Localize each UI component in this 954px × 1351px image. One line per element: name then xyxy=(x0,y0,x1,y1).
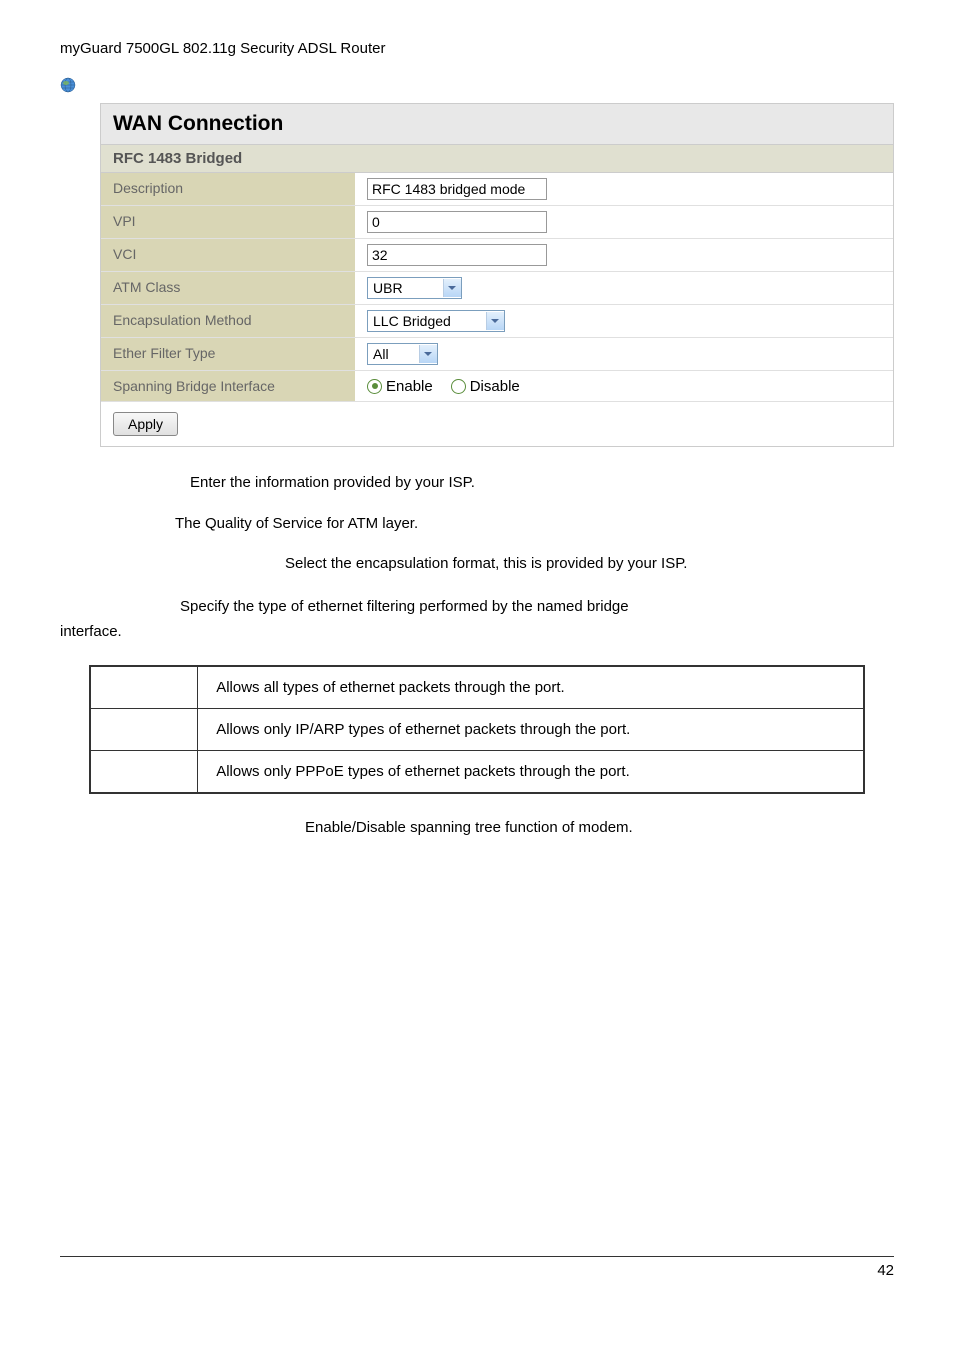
label-vpi: VPI xyxy=(101,206,355,238)
atm-class-select[interactable]: UBR xyxy=(367,277,462,299)
disable-radio[interactable]: Disable xyxy=(451,378,520,395)
encapsulation-select[interactable]: LLC Bridged xyxy=(367,310,505,332)
apply-button[interactable]: Apply xyxy=(113,412,178,436)
enable-label: Enable xyxy=(386,378,433,395)
desc-ether-filter: Specify the type of ethernet filtering p… xyxy=(60,594,894,645)
desc-ether-line2: interface. xyxy=(60,623,122,640)
filter-type-table: Allows all types of ethernet packets thr… xyxy=(89,665,865,794)
table-cell-value: Allows only IP/ARP types of ethernet pac… xyxy=(198,708,864,750)
label-atm-class: ATM Class xyxy=(101,272,355,304)
row-ether-filter: Ether Filter Type All xyxy=(101,338,893,371)
chevron-down-icon xyxy=(443,279,461,297)
desc-vpi-vci: Enter the information provided by your I… xyxy=(190,472,894,495)
page-footer: 42 xyxy=(60,1256,894,1279)
table-row: Allows only IP/ARP types of ethernet pac… xyxy=(90,708,864,750)
row-spanning-bridge: Spanning Bridge Interface Enable Disable xyxy=(101,371,893,402)
encapsulation-value: LLC Bridged xyxy=(368,313,486,329)
chevron-down-icon xyxy=(486,312,504,330)
chevron-down-icon xyxy=(419,345,437,363)
ether-filter-value: All xyxy=(368,346,419,362)
desc-spanning: Enable/Disable spanning tree function of… xyxy=(305,819,894,836)
label-spanning-bridge: Spanning Bridge Interface xyxy=(101,371,355,401)
desc-encap: Select the encapsulation format, this is… xyxy=(285,553,894,576)
row-vci: VCI xyxy=(101,239,893,272)
table-row: Allows only PPPoE types of ethernet pack… xyxy=(90,750,864,793)
table-cell-key xyxy=(90,750,198,793)
globe-icon xyxy=(60,77,76,93)
table-cell-value: Allows all types of ethernet packets thr… xyxy=(198,666,864,709)
row-description: Description xyxy=(101,173,893,206)
panel-title: WAN Connection xyxy=(101,104,893,145)
wan-connection-panel: WAN Connection RFC 1483 Bridged Descript… xyxy=(100,103,894,447)
vpi-input[interactable] xyxy=(367,211,547,233)
row-encapsulation: Encapsulation Method LLC Bridged xyxy=(101,305,893,338)
table-cell-key xyxy=(90,708,198,750)
label-encapsulation: Encapsulation Method xyxy=(101,305,355,337)
button-row: Apply xyxy=(101,402,893,446)
row-vpi: VPI xyxy=(101,206,893,239)
desc-atm: The Quality of Service for ATM layer. xyxy=(175,513,894,536)
disable-label: Disable xyxy=(470,378,520,395)
radio-checked-icon xyxy=(367,379,382,394)
table-cell-value: Allows only PPPoE types of ethernet pack… xyxy=(198,750,864,793)
label-vci: VCI xyxy=(101,239,355,271)
row-atm-class: ATM Class UBR xyxy=(101,272,893,305)
vci-input[interactable] xyxy=(367,244,547,266)
panel-subtitle: RFC 1483 Bridged xyxy=(101,145,893,173)
table-cell-key xyxy=(90,666,198,709)
desc-ether-line1: Specify the type of ethernet filtering p… xyxy=(180,598,629,615)
label-description: Description xyxy=(101,173,355,205)
page-header: myGuard 7500GL 802.11g Security ADSL Rou… xyxy=(60,40,894,57)
radio-unchecked-icon xyxy=(451,379,466,394)
atm-class-value: UBR xyxy=(368,280,443,296)
enable-radio[interactable]: Enable xyxy=(367,378,433,395)
description-input[interactable] xyxy=(367,178,547,200)
label-ether-filter: Ether Filter Type xyxy=(101,338,355,370)
table-row: Allows all types of ethernet packets thr… xyxy=(90,666,864,709)
ether-filter-select[interactable]: All xyxy=(367,343,438,365)
